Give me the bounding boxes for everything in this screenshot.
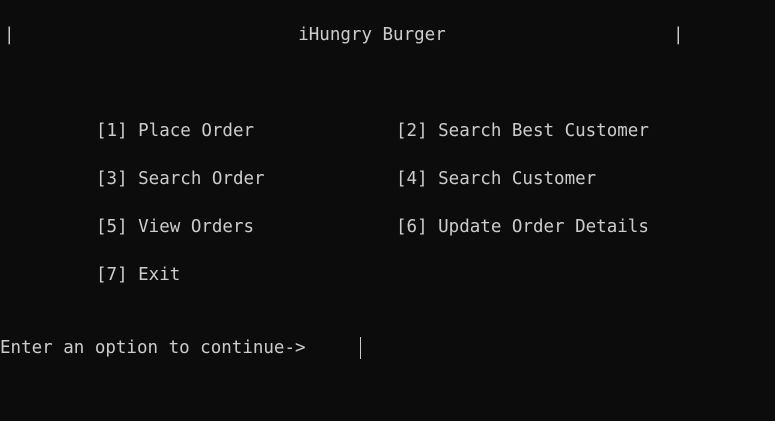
input-prompt: Enter an option to continue->	[0, 338, 317, 358]
header-bottom-rule: ----------------------------------------…	[0, 52, 684, 64]
menu-item-exit: [7] Exit	[96, 265, 181, 285]
text-cursor[interactable]	[360, 337, 361, 359]
header-top-rule: ----------------------------------------…	[0, 2, 684, 14]
menu-item-search-order: [3] Search Order	[96, 169, 265, 189]
page-title: iHungry Burger	[298, 25, 446, 45]
menu-item-search-best-customer: [2] Search Best Customer	[396, 121, 649, 141]
menu-item-update-order-details: [6] Update Order Details	[396, 217, 649, 237]
menu-item-view-orders: [5] View Orders	[96, 217, 255, 237]
header-right-pipe: |	[673, 25, 684, 45]
terminal-window[interactable]: ----------------------------------------…	[0, 0, 775, 421]
menu-item-place-order: [1] Place Order	[96, 121, 255, 141]
menu-item-search-customer: [4] Search Customer	[396, 169, 597, 189]
